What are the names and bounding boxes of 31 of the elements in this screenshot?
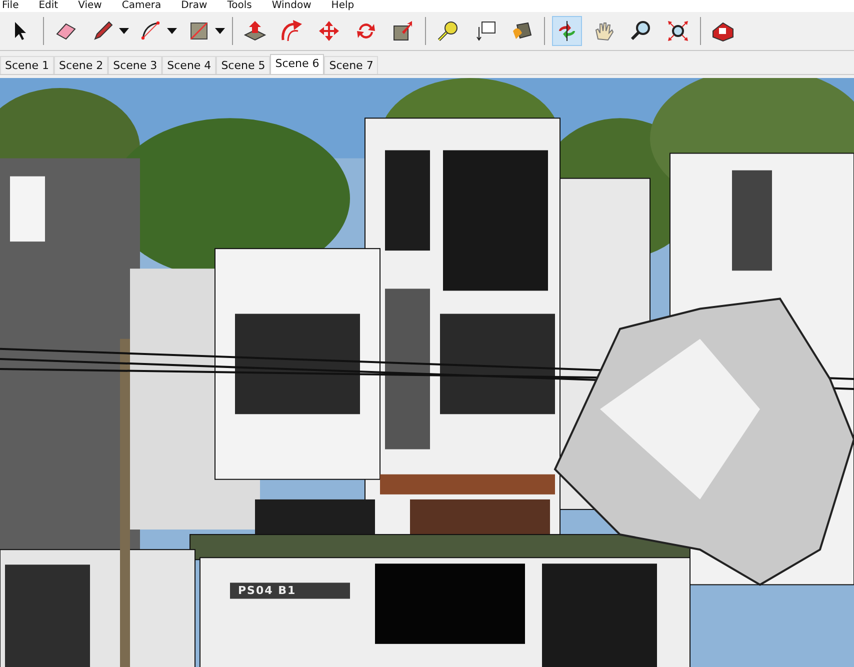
- menu-item[interactable]: Tools: [227, 0, 252, 12]
- scene-tab[interactable]: Scene 1: [0, 56, 54, 74]
- menu-item[interactable]: Camera: [122, 0, 162, 12]
- tool-button[interactable]: [552, 16, 582, 46]
- menu-item[interactable]: Help: [331, 0, 354, 12]
- menu-item[interactable]: File: [2, 0, 19, 12]
- scene-tab[interactable]: Scene 2: [54, 56, 108, 74]
- zoom-extents-icon: [666, 19, 690, 43]
- model-viewport[interactable]: PS04 B1: [0, 78, 854, 667]
- caret-icon: [167, 28, 177, 34]
- caret-icon: [215, 28, 225, 34]
- scene-tab[interactable]: Scene 3: [108, 56, 162, 74]
- caret-icon: [119, 28, 129, 34]
- tape-measure-icon: [436, 19, 460, 43]
- menu-item[interactable]: Edit: [38, 0, 58, 12]
- scene-tab[interactable]: Scene 4: [162, 56, 216, 74]
- menu-item[interactable]: View: [78, 0, 102, 12]
- curved-arrow-icon: [280, 19, 304, 43]
- dropdown-button[interactable]: [167, 28, 177, 34]
- scene-tab[interactable]: Scene 5: [216, 56, 270, 74]
- move-arrows-icon: [317, 19, 341, 43]
- pencil-icon: [91, 19, 115, 43]
- scale-icon: [391, 19, 415, 43]
- search-icon: [629, 19, 653, 43]
- dropdown-button[interactable]: [215, 28, 225, 34]
- menu-item[interactable]: Window: [272, 0, 312, 12]
- dropdown-button[interactable]: [119, 28, 129, 34]
- scene-tab[interactable]: Scene 7: [324, 56, 378, 74]
- scene-tab[interactable]: Scene 6: [270, 54, 324, 74]
- menu-item[interactable]: Draw: [181, 0, 208, 12]
- push-pull-icon: [243, 19, 267, 43]
